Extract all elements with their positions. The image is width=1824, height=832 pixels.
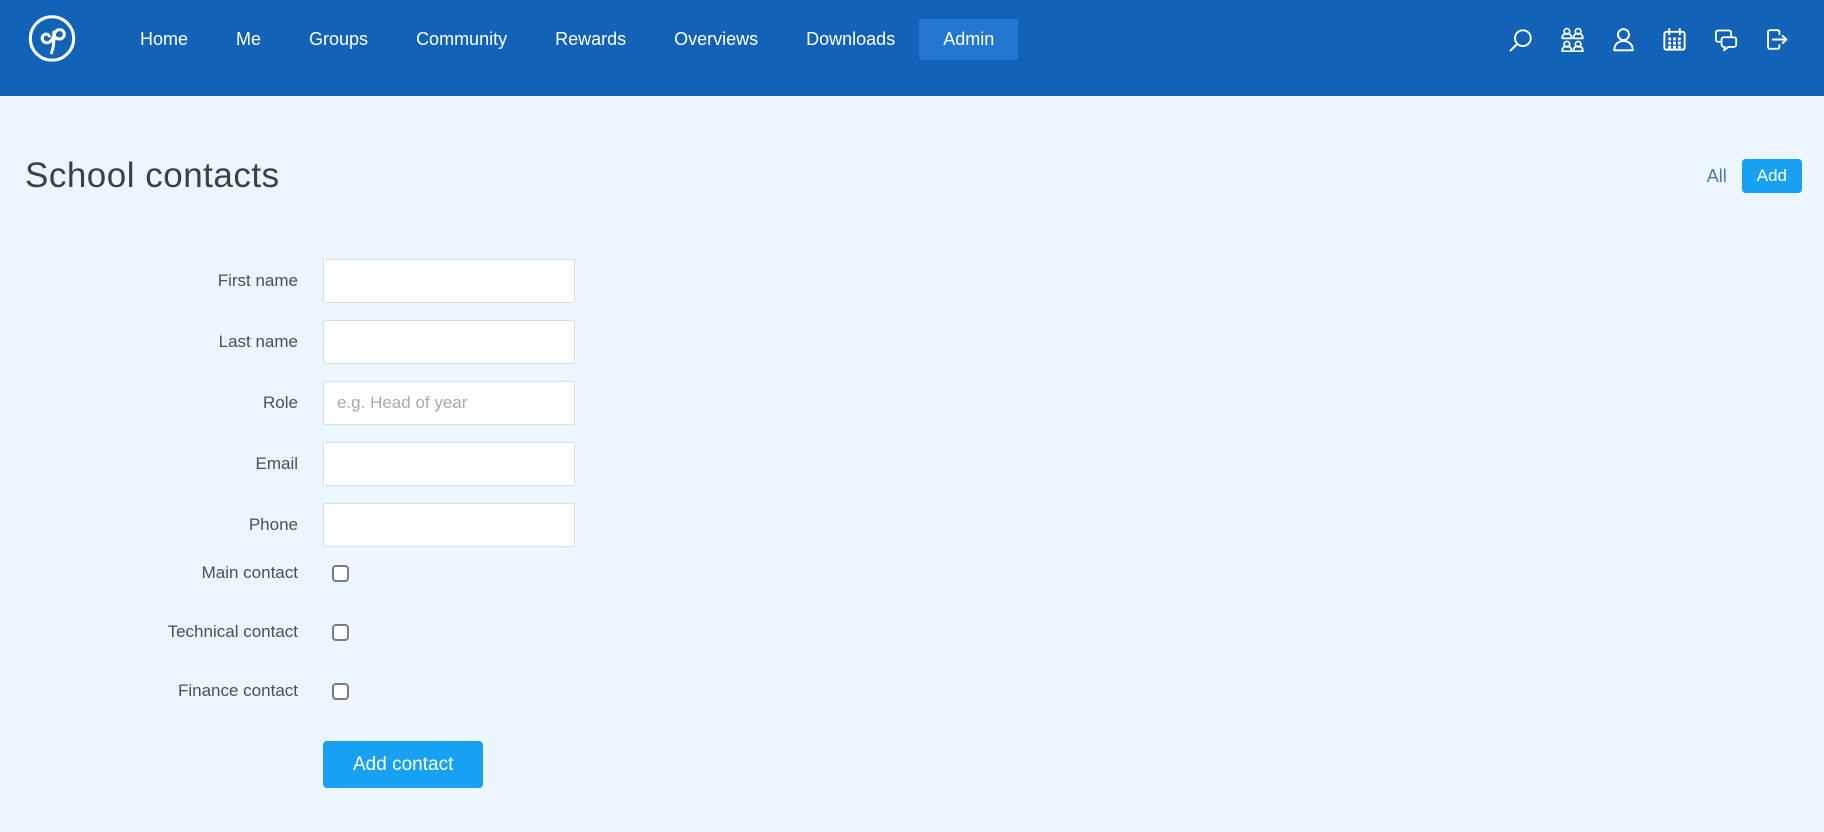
technical-contact-label: Technical contact xyxy=(167,622,298,641)
nav-item-home[interactable]: Home xyxy=(116,19,212,60)
finance-contact-label: Finance contact xyxy=(177,681,298,700)
checkbox-row: Finance contact xyxy=(0,682,1824,700)
last-name-label: Last name xyxy=(218,332,298,351)
form-row: Phone xyxy=(0,503,1824,547)
submit-row: Add contact xyxy=(323,741,1824,788)
first-name-label: First name xyxy=(217,271,298,290)
school-contact-form: First name Last name Role Email Phone Ma… xyxy=(0,259,1824,788)
nav-item-rewards[interactable]: Rewards xyxy=(531,19,650,60)
main-contact-label: Main contact xyxy=(201,563,298,582)
profile-icon[interactable] xyxy=(1610,26,1637,53)
email-field[interactable] xyxy=(323,442,575,486)
navbar-icon-group xyxy=(1508,26,1790,53)
main-nav: Home Me Groups Community Rewards Overvie… xyxy=(116,18,1019,60)
messages-icon[interactable] xyxy=(1712,26,1739,53)
form-row: Last name xyxy=(0,320,1824,364)
add-contact-button[interactable]: Add contact xyxy=(323,741,484,788)
add-button[interactable]: Add xyxy=(1741,159,1802,193)
nav-item-overviews[interactable]: Overviews xyxy=(650,19,782,60)
last-name-field[interactable] xyxy=(323,320,575,364)
all-link[interactable]: All xyxy=(1707,166,1727,187)
form-row: First name xyxy=(0,259,1824,303)
epraise-logo-icon[interactable] xyxy=(26,13,78,65)
checkbox-row: Main contact xyxy=(0,564,1824,582)
main-contact-checkbox[interactable] xyxy=(332,564,349,582)
nav-item-groups[interactable]: Groups xyxy=(285,19,392,60)
nav-item-downloads[interactable]: Downloads xyxy=(782,19,919,60)
page-header: School contacts All Add xyxy=(0,158,1824,194)
nav-item-community[interactable]: Community xyxy=(392,19,531,60)
community-icon[interactable] xyxy=(1559,26,1586,53)
header-actions: All Add xyxy=(1707,159,1802,193)
role-label: Role xyxy=(263,393,298,412)
timetable-icon[interactable] xyxy=(1661,26,1688,53)
email-label: Email xyxy=(255,454,298,473)
nav-item-admin[interactable]: Admin xyxy=(919,18,1019,60)
form-row: Email xyxy=(0,442,1824,486)
first-name-field[interactable] xyxy=(323,259,575,303)
top-navbar: Home Me Groups Community Rewards Overvie… xyxy=(0,0,1824,96)
phone-field[interactable] xyxy=(323,503,575,547)
search-icon[interactable] xyxy=(1508,26,1535,53)
page-title: School contacts xyxy=(25,156,280,195)
finance-contact-checkbox[interactable] xyxy=(332,682,349,700)
phone-label: Phone xyxy=(248,515,298,534)
form-row: Role xyxy=(0,381,1824,425)
nav-item-me[interactable]: Me xyxy=(212,19,285,60)
checkbox-row: Technical contact xyxy=(0,623,1824,641)
technical-contact-checkbox[interactable] xyxy=(332,623,349,641)
role-field[interactable] xyxy=(323,381,575,425)
logout-icon[interactable] xyxy=(1763,26,1790,53)
